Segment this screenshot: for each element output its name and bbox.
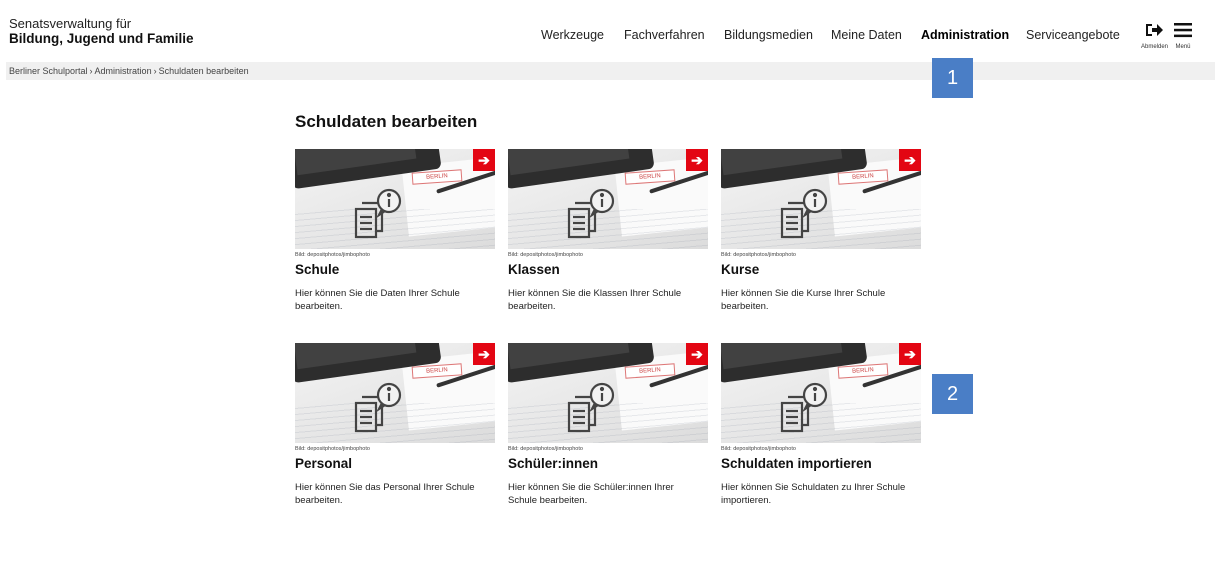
breadcrumb-current: Schuldaten bearbeiten [158,66,249,76]
card-klassen[interactable]: BERLIN ➔ Bild: depositphotos/jimbophoto … [508,149,708,313]
logout-icon [1146,24,1163,36]
info-document-icon [567,382,615,433]
card-title[interactable]: Personal [295,456,495,471]
image-credit: Bild: depositphotos/jimbophoto [295,252,370,258]
arrow-right-icon[interactable]: ➔ [686,149,708,171]
card-title[interactable]: Schuldaten importieren [721,456,921,471]
nav-meine-daten[interactable]: Meine Daten [831,28,902,42]
card-image[interactable]: BERLIN ➔ [721,149,921,249]
nav-bildungsmedien[interactable]: Bildungsmedien [724,28,813,42]
card-image[interactable]: BERLIN ➔ [508,343,708,443]
card-image[interactable]: BERLIN ➔ [295,149,495,249]
logout-label: Abmelden [1141,44,1169,50]
card-image[interactable]: BERLIN ➔ [295,343,495,443]
info-document-icon [780,188,828,239]
breadcrumb-home[interactable]: Berliner Schulportal [9,66,88,76]
card-personal[interactable]: BERLIN ➔ Bild: depositphotos/jimbophoto … [295,343,495,507]
arrow-right-icon[interactable]: ➔ [899,149,921,171]
card-schule[interactable]: BERLIN ➔ Bild: depositphotos/jimbophoto … [295,149,495,313]
card-description: Hier können Sie die Schüler:innen Ihrer … [508,482,674,506]
info-document-icon [354,188,402,239]
menu-label: Menü [1175,44,1191,50]
card-description: Hier können Sie das Personal Ihrer Schul… [295,482,475,506]
breadcrumb-administration[interactable]: Administration [95,66,152,76]
logout-button[interactable]: Abmelden [1141,22,1169,50]
card-image[interactable]: BERLIN ➔ [721,343,921,443]
info-document-icon [567,188,615,239]
nav-administration[interactable]: Administration [921,28,1009,42]
card-description: Hier können Sie die Daten Ihrer Schule b… [295,288,460,312]
card-title[interactable]: Schule [295,262,495,277]
annotation-marker-2: 2 [932,374,973,414]
menu-button[interactable]: Menü [1170,22,1196,50]
page-title: Schuldaten bearbeiten [295,112,478,131]
image-credit: Bild: depositphotos/jimbophoto [295,446,370,452]
card-title[interactable]: Kurse [721,262,921,277]
arrow-right-icon[interactable]: ➔ [473,149,495,171]
card-title[interactable]: Klassen [508,262,708,277]
annotation-marker-1: 1 [932,58,973,98]
hamburger-menu-icon [1174,23,1192,38]
page: Senatsverwaltung für Bildung, Jugend und… [6,6,1215,564]
image-credit: Bild: depositphotos/jimbophoto [721,446,796,452]
arrow-right-icon[interactable]: ➔ [473,343,495,365]
card-description: Hier können Sie die Klassen Ihrer Schule… [508,288,682,312]
card-schuldaten-importieren[interactable]: BERLIN ➔ Bild: depositphotos/jimbophoto … [721,343,921,507]
nav-fachverfahren[interactable]: Fachverfahren [624,28,705,42]
site-header: Senatsverwaltung für Bildung, Jugend und… [6,6,1215,62]
info-document-icon [780,382,828,433]
card-title[interactable]: Schüler:innen [508,456,708,471]
card-schueler[interactable]: BERLIN ➔ Bild: depositphotos/jimbophoto … [508,343,708,507]
nav-werkzeuge[interactable]: Werkzeuge [541,28,604,42]
card-kurse[interactable]: BERLIN ➔ Bild: depositphotos/jimbophoto … [721,149,921,313]
nav-serviceangebote[interactable]: Serviceangebote [1026,28,1120,42]
main-nav: Werkzeuge Fachverfahren Bildungsmedien M… [6,28,1215,48]
card-description: Hier können Sie Schuldaten zu Ihrer Schu… [721,482,906,506]
arrow-right-icon[interactable]: ➔ [686,343,708,365]
image-credit: Bild: depositphotos/jimbophoto [508,252,583,258]
info-document-icon [354,382,402,433]
card-description: Hier können Sie die Kurse Ihrer Schule b… [721,288,886,312]
image-credit: Bild: depositphotos/jimbophoto [721,252,796,258]
breadcrumb: Berliner Schulportal › Administration › Schu… [6,62,1215,80]
image-credit: Bild: depositphotos/jimbophoto [508,446,583,452]
arrow-right-icon[interactable]: ➔ [899,343,921,365]
card-image[interactable]: BERLIN ➔ [508,149,708,249]
